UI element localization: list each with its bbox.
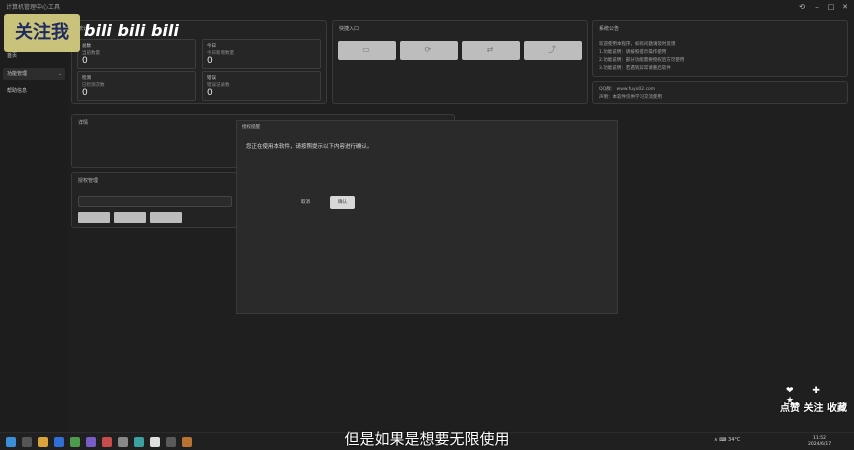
auth-title: 授权管理 bbox=[78, 178, 99, 184]
folder-icon: ▭ bbox=[362, 45, 370, 54]
refresh-icon: ⟳ bbox=[424, 45, 432, 54]
sidebar-item-label: 首页 bbox=[7, 53, 18, 59]
stat-checked: 检测 已检测次数 0 bbox=[77, 71, 196, 101]
stat-errors: 错误 错误记录数 0 bbox=[202, 71, 321, 101]
title-bar: 计算机管理中心工具 ⟲ – □ ✕ bbox=[0, 0, 854, 14]
follow-watermark: 关注我 bili bili bili bbox=[4, 14, 180, 52]
stat-label: 今日 bbox=[207, 44, 216, 49]
chevron-down-icon: ⌄ bbox=[57, 71, 62, 77]
stat-today: 今日 今日新增数量 0 bbox=[202, 39, 321, 69]
contact-line[interactable]: QQ群： www.fuyo02.com bbox=[599, 86, 655, 92]
sync-icon: ⇄ bbox=[486, 45, 494, 54]
contact-card: QQ群： www.fuyo02.com 声明：本软件仅供学习交流使用 bbox=[592, 81, 848, 104]
notice-line: 2.功能说明：部分功能需要授权后方可使用 bbox=[599, 58, 685, 63]
auth-button-3[interactable] bbox=[150, 212, 182, 223]
notice-line: 1.功能说明：请按照提示操作使用 bbox=[599, 50, 667, 55]
notice-title: 系统公告 bbox=[599, 26, 620, 32]
quick-button-sync[interactable]: ⇄ bbox=[462, 41, 520, 60]
link-icon: ⤴ bbox=[548, 45, 556, 54]
sidebar-item-help[interactable]: 帮助信息 bbox=[3, 85, 65, 97]
sidebar-item-label: 帮助信息 bbox=[7, 88, 28, 94]
dialog-message: 您正在使用本软件，请按照提示以下内容进行确认。 bbox=[246, 144, 373, 150]
stat-value: 0 bbox=[207, 56, 213, 66]
sidebar-item-functions[interactable]: 功能管理 ⌄ bbox=[3, 68, 65, 80]
info-title: 详情 bbox=[78, 120, 89, 126]
stat-value: 0 bbox=[82, 88, 88, 98]
quick-access-title: 快捷入口 bbox=[339, 26, 360, 32]
minimize-button[interactable]: – bbox=[812, 3, 822, 11]
video-subtitle: 但是如果是想要无限使用 bbox=[344, 430, 510, 448]
interaction-words: 点赞 关注 收藏 bbox=[780, 403, 847, 414]
stat-value: 0 bbox=[207, 88, 213, 98]
contact-line: 声明：本软件仅供学习交流使用 bbox=[599, 95, 662, 100]
stat-value: 0 bbox=[82, 56, 88, 66]
stat-label: 错误 bbox=[207, 76, 216, 81]
quick-access-card: 快捷入口 bbox=[332, 20, 588, 104]
dialog-title: 授权提醒 bbox=[242, 125, 260, 130]
auth-input[interactable] bbox=[78, 196, 232, 207]
bilibili-logo: bili bili bili bbox=[84, 21, 179, 40]
quick-button-refresh[interactable]: ⟳ bbox=[400, 41, 458, 60]
auth-button-2[interactable] bbox=[114, 212, 146, 223]
notice-line: 欢迎使用本程序，如有问题请及时反馈 bbox=[599, 42, 676, 47]
dialog-cancel-button[interactable]: 取消 bbox=[301, 199, 310, 205]
app-title: 计算机管理中心工具 bbox=[6, 4, 61, 11]
follow-badge: 关注我 bbox=[4, 14, 80, 52]
interaction-overlay: ❤ ✚ ★ 点赞 关注 收藏 bbox=[778, 386, 850, 414]
quick-button-link[interactable]: ⤴ bbox=[524, 41, 582, 60]
sidebar-item-label: 功能管理 bbox=[7, 71, 28, 77]
quick-button-folder[interactable]: ▭ bbox=[338, 41, 396, 60]
auth-dialog: 授权提醒 您正在使用本软件，请按照提示以下内容进行确认。 取消 确认 bbox=[236, 120, 618, 314]
stat-label: 检测 bbox=[82, 76, 91, 81]
notice-line: 3.功能说明：若遇到异常请重启软件 bbox=[599, 66, 671, 71]
maximize-button[interactable]: □ bbox=[826, 3, 836, 11]
sidebar: 首页 功能管理 ⌄ 帮助信息 bbox=[0, 14, 68, 432]
dialog-ok-button[interactable]: 确认 bbox=[330, 196, 355, 209]
close-button[interactable]: ✕ bbox=[840, 3, 850, 11]
notice-card: 系统公告 欢迎使用本程序，如有问题请及时反馈 1.功能说明：请按照提示操作使用 … bbox=[592, 20, 848, 77]
auth-button-1[interactable] bbox=[78, 212, 110, 223]
pin-icon[interactable]: ⟲ bbox=[797, 3, 807, 11]
